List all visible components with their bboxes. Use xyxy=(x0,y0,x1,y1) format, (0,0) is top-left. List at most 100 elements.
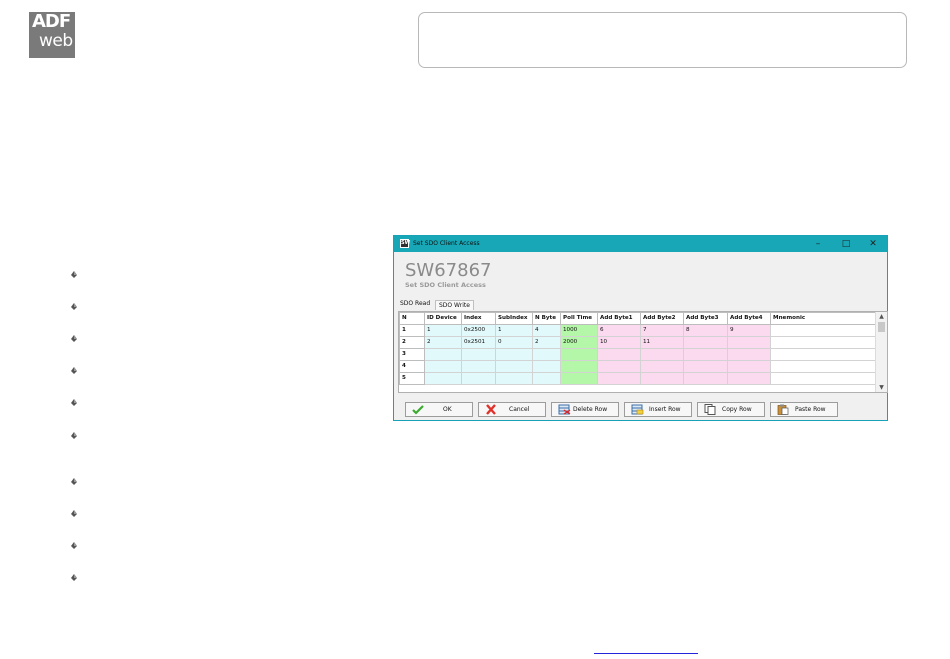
dialog-subtitle: Set SDO Client Access xyxy=(405,281,486,289)
index-cell[interactable] xyxy=(461,348,496,361)
add-byte3-cell[interactable] xyxy=(683,360,728,373)
add-byte2-cell[interactable]: 7 xyxy=(640,324,684,337)
id-device-cell[interactable]: 1 xyxy=(424,324,462,337)
row-number-cell: 3 xyxy=(399,348,425,361)
sdo-client-access-dialog: SW Set SDO Client Access – □ ✕ SW67867 S… xyxy=(393,235,888,421)
copy-row-button-label: Copy Row xyxy=(722,406,752,413)
cancel-button[interactable]: Cancel xyxy=(478,402,546,417)
copy-icon xyxy=(704,404,716,415)
add-byte3-cell[interactable] xyxy=(683,348,728,361)
index-cell[interactable]: 0x2501 xyxy=(461,336,496,349)
add-byte1-cell[interactable] xyxy=(597,372,641,385)
checkmark-icon xyxy=(412,405,424,415)
table-row: 5 xyxy=(399,372,877,385)
id-device-cell[interactable] xyxy=(424,348,462,361)
bullet-icon xyxy=(71,399,77,406)
maximize-button[interactable]: □ xyxy=(832,236,860,252)
add-byte2-cell[interactable]: 11 xyxy=(640,336,684,349)
minimize-button[interactable]: – xyxy=(804,236,832,252)
column-header: N Byte xyxy=(532,312,561,325)
delete-row-button[interactable]: Delete Row xyxy=(551,402,619,417)
n-byte-cell[interactable]: 2 xyxy=(532,336,561,349)
n-byte-cell[interactable] xyxy=(532,360,561,373)
column-header: Add Byte2 xyxy=(640,312,684,325)
id-device-cell[interactable] xyxy=(424,360,462,373)
bullet-icon xyxy=(71,367,77,374)
paste-icon xyxy=(777,404,789,415)
row-number-cell: 1 xyxy=(399,324,425,337)
tab-sdo-read[interactable]: SDO Read xyxy=(399,299,431,308)
subindex-cell[interactable]: 0 xyxy=(495,336,533,349)
tab-sdo-write[interactable]: SDO Write xyxy=(435,300,474,310)
poll-time-cell[interactable] xyxy=(560,372,598,385)
sdo-table: N ID Device Index SubIndex N Byte Poll T… xyxy=(399,312,877,385)
copy-row-button[interactable]: Copy Row xyxy=(697,402,765,417)
add-byte4-cell[interactable] xyxy=(727,348,771,361)
add-byte2-cell[interactable] xyxy=(640,372,684,385)
add-byte1-cell[interactable] xyxy=(597,360,641,373)
mnemonic-cell[interactable] xyxy=(770,372,877,385)
bullet-icon xyxy=(71,478,77,485)
bullet-icon xyxy=(71,574,77,581)
poll-time-cell[interactable] xyxy=(560,348,598,361)
subindex-cell[interactable] xyxy=(495,372,533,385)
add-byte1-cell[interactable] xyxy=(597,348,641,361)
mnemonic-cell[interactable] xyxy=(770,324,877,337)
n-byte-cell[interactable] xyxy=(532,348,561,361)
product-code-title: SW67867 xyxy=(405,260,492,281)
add-byte4-cell[interactable]: 9 xyxy=(727,324,771,337)
add-byte1-cell[interactable]: 6 xyxy=(597,324,641,337)
ok-button[interactable]: OK xyxy=(405,402,473,417)
scroll-up-arrow-icon[interactable]: ▲ xyxy=(876,312,887,321)
logo-line2: web xyxy=(39,31,73,51)
index-cell[interactable] xyxy=(461,372,496,385)
add-byte4-cell[interactable] xyxy=(727,372,771,385)
subindex-cell[interactable] xyxy=(495,348,533,361)
close-button[interactable]: ✕ xyxy=(859,236,887,252)
n-byte-cell[interactable] xyxy=(532,372,561,385)
paste-row-button-label: Paste Row xyxy=(795,406,826,413)
table-row: 3 xyxy=(399,348,877,361)
table-row: 4 xyxy=(399,360,877,373)
sdo-grid[interactable]: N ID Device Index SubIndex N Byte Poll T… xyxy=(398,311,888,393)
scrollbar-thumb[interactable] xyxy=(878,322,885,332)
app-icon: SW xyxy=(400,239,411,248)
insert-row-icon xyxy=(631,404,644,415)
poll-time-cell[interactable]: 1000 xyxy=(560,324,598,337)
subindex-cell[interactable] xyxy=(495,360,533,373)
add-byte1-cell[interactable]: 10 xyxy=(597,336,641,349)
index-cell[interactable]: 0x2500 xyxy=(461,324,496,337)
vertical-scrollbar[interactable]: ▲ ▼ xyxy=(875,312,887,392)
add-byte2-cell[interactable] xyxy=(640,348,684,361)
add-byte4-cell[interactable] xyxy=(727,336,771,349)
n-byte-cell[interactable]: 4 xyxy=(532,324,561,337)
mnemonic-cell[interactable] xyxy=(770,360,877,373)
poll-time-cell[interactable] xyxy=(560,360,598,373)
add-byte4-cell[interactable] xyxy=(727,360,771,373)
mnemonic-cell[interactable] xyxy=(770,348,877,361)
table-row: 2 2 0x2501 0 2 2000 10 11 xyxy=(399,336,877,349)
add-byte3-cell[interactable]: 8 xyxy=(683,324,728,337)
add-byte2-cell[interactable] xyxy=(640,360,684,373)
add-byte3-cell[interactable] xyxy=(683,372,728,385)
mnemonic-cell[interactable] xyxy=(770,336,877,349)
insert-row-button-label: Insert Row xyxy=(649,406,681,413)
poll-time-cell[interactable]: 2000 xyxy=(560,336,598,349)
id-device-cell[interactable]: 2 xyxy=(424,336,462,349)
ok-button-label: OK xyxy=(443,406,452,413)
column-header: ID Device xyxy=(424,312,462,325)
bullet-icon xyxy=(71,335,77,342)
bullet-icon xyxy=(71,303,77,310)
title-bar[interactable]: SW Set SDO Client Access – □ ✕ xyxy=(394,236,887,252)
adfweb-logo: ADF web xyxy=(29,12,75,58)
subindex-cell[interactable]: 1 xyxy=(495,324,533,337)
bullet-icon xyxy=(71,271,77,278)
index-cell[interactable] xyxy=(461,360,496,373)
cross-icon xyxy=(486,404,496,415)
insert-row-button[interactable]: Insert Row xyxy=(624,402,692,417)
add-byte3-cell[interactable] xyxy=(683,336,728,349)
scroll-down-arrow-icon[interactable]: ▼ xyxy=(876,383,887,392)
paste-row-button[interactable]: Paste Row xyxy=(770,402,838,417)
link-underline[interactable] xyxy=(594,653,698,654)
id-device-cell[interactable] xyxy=(424,372,462,385)
